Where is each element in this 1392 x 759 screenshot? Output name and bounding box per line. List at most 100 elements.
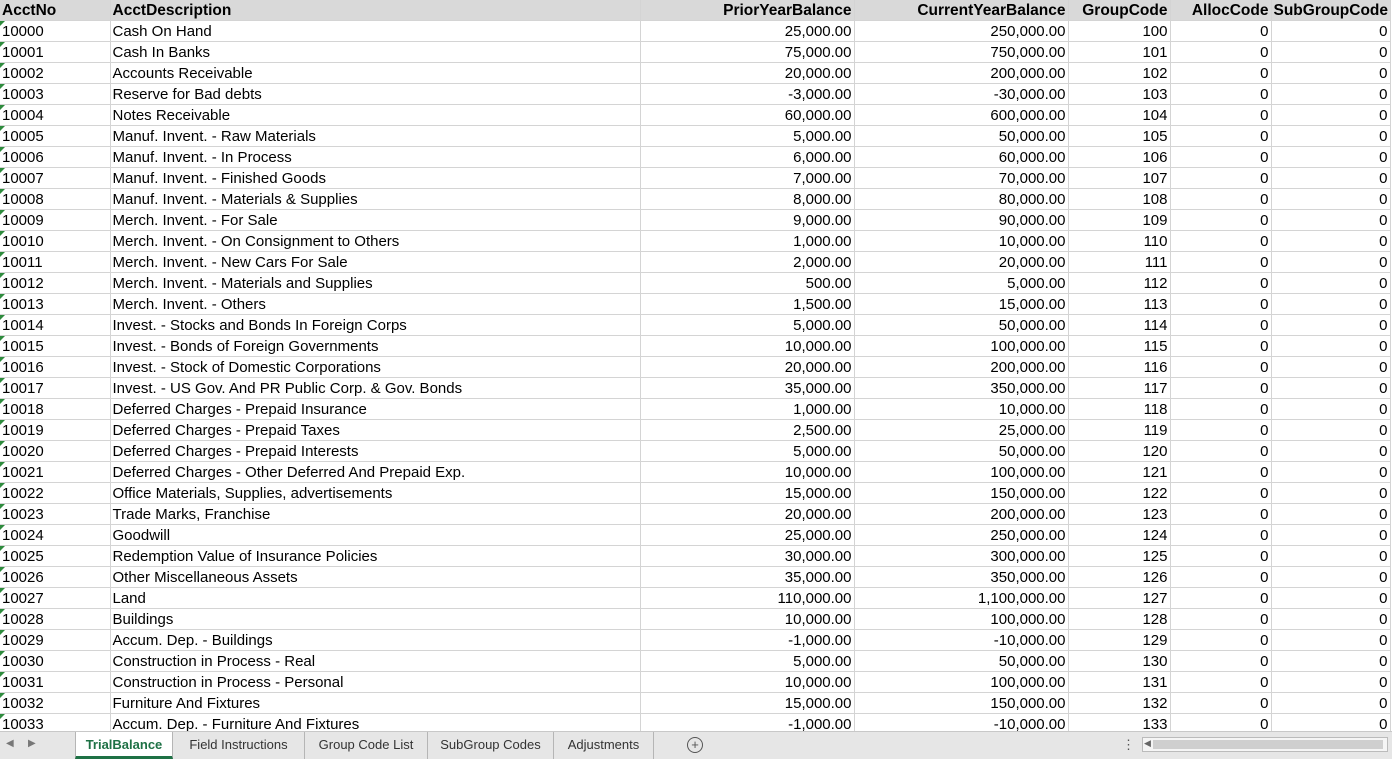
cell-alloccode[interactable]: 0 [1170,335,1272,357]
cell-prioryearbalance[interactable]: 6,000.00 [640,146,855,168]
cell-prioryearbalance[interactable]: 15,000.00 [640,692,855,714]
cell-alloccode[interactable]: 0 [1170,230,1272,252]
cell-acctno[interactable]: 10033 [0,713,111,731]
cell-acctno[interactable]: 10006 [0,146,111,168]
cell-alloccode[interactable]: 0 [1170,482,1272,504]
cell-groupcode[interactable]: 108 [1068,188,1171,210]
cell-alloccode[interactable]: 0 [1170,419,1272,441]
cell-groupcode[interactable]: 131 [1068,671,1171,693]
cell-acctdescription[interactable]: Trade Marks, Franchise [110,503,641,525]
cell-currentyearbalance[interactable]: 20,000.00 [854,251,1069,273]
cell-currentyearbalance[interactable]: 80,000.00 [854,188,1069,210]
cell-groupcode[interactable]: 119 [1068,419,1171,441]
cell-groupcode[interactable]: 101 [1068,41,1171,63]
cell-acctno[interactable]: 10011 [0,251,111,273]
cell-subgroupcode[interactable]: 0 [1271,167,1391,189]
cell-prioryearbalance[interactable]: 30,000.00 [640,545,855,567]
cell-acctno[interactable]: 10031 [0,671,111,693]
cell-subgroupcode[interactable]: 0 [1271,335,1391,357]
header-alloccode[interactable]: AllocCode [1170,0,1272,21]
cell-acctdescription[interactable]: Manuf. Invent. - Raw Materials [110,125,641,147]
cell-prioryearbalance[interactable]: 60,000.00 [640,104,855,126]
cell-acctdescription[interactable]: Buildings [110,608,641,630]
cell-alloccode[interactable]: 0 [1170,209,1272,231]
cell-alloccode[interactable]: 0 [1170,650,1272,672]
cell-currentyearbalance[interactable]: 15,000.00 [854,293,1069,315]
cell-prioryearbalance[interactable]: 2,500.00 [640,419,855,441]
cell-currentyearbalance[interactable]: 150,000.00 [854,482,1069,504]
cell-groupcode[interactable]: 122 [1068,482,1171,504]
cell-subgroupcode[interactable]: 0 [1271,251,1391,273]
cell-acctno[interactable]: 10018 [0,398,111,420]
cell-currentyearbalance[interactable]: 200,000.00 [854,503,1069,525]
cell-acctdescription[interactable]: Manuf. Invent. - In Process [110,146,641,168]
cell-acctdescription[interactable]: Accum. Dep. - Furniture And Fixtures [110,713,641,731]
cell-alloccode[interactable]: 0 [1170,713,1272,731]
cell-acctdescription[interactable]: Invest. - Stock of Domestic Corporations [110,356,641,378]
cell-acctdescription[interactable]: Accounts Receivable [110,62,641,84]
cell-groupcode[interactable]: 130 [1068,650,1171,672]
cell-alloccode[interactable]: 0 [1170,83,1272,105]
cell-prioryearbalance[interactable]: 5,000.00 [640,440,855,462]
cell-alloccode[interactable]: 0 [1170,146,1272,168]
cell-subgroupcode[interactable]: 0 [1271,713,1391,731]
cell-subgroupcode[interactable]: 0 [1271,419,1391,441]
cell-subgroupcode[interactable]: 0 [1271,440,1391,462]
cell-subgroupcode[interactable]: 0 [1271,566,1391,588]
cell-subgroupcode[interactable]: 0 [1271,545,1391,567]
cell-alloccode[interactable]: 0 [1170,167,1272,189]
cell-currentyearbalance[interactable]: 5,000.00 [854,272,1069,294]
cell-groupcode[interactable]: 124 [1068,524,1171,546]
cell-acctno[interactable]: 10016 [0,356,111,378]
cell-prioryearbalance[interactable]: 2,000.00 [640,251,855,273]
cell-acctno[interactable]: 10013 [0,293,111,315]
cell-alloccode[interactable]: 0 [1170,104,1272,126]
header-groupcode[interactable]: GroupCode [1068,0,1171,21]
cell-alloccode[interactable]: 0 [1170,440,1272,462]
cell-acctno[interactable]: 10000 [0,20,111,42]
cell-acctno[interactable]: 10003 [0,83,111,105]
cell-acctdescription[interactable]: Deferred Charges - Prepaid Insurance [110,398,641,420]
cell-alloccode[interactable]: 0 [1170,293,1272,315]
cell-prioryearbalance[interactable]: 35,000.00 [640,566,855,588]
cell-acctdescription[interactable]: Reserve for Bad debts [110,83,641,105]
cell-groupcode[interactable]: 102 [1068,62,1171,84]
cell-prioryearbalance[interactable]: 9,000.00 [640,209,855,231]
cell-prioryearbalance[interactable]: 500.00 [640,272,855,294]
cell-subgroupcode[interactable]: 0 [1271,41,1391,63]
cell-currentyearbalance[interactable]: 200,000.00 [854,62,1069,84]
cell-currentyearbalance[interactable]: -10,000.00 [854,713,1069,731]
cell-currentyearbalance[interactable]: 100,000.00 [854,608,1069,630]
cell-acctno[interactable]: 10030 [0,650,111,672]
cell-acctdescription[interactable]: Invest. - Stocks and Bonds In Foreign Co… [110,314,641,336]
cell-subgroupcode[interactable]: 0 [1271,692,1391,714]
cell-subgroupcode[interactable]: 0 [1271,314,1391,336]
cell-alloccode[interactable]: 0 [1170,692,1272,714]
cell-alloccode[interactable]: 0 [1170,461,1272,483]
cell-acctno[interactable]: 10020 [0,440,111,462]
cell-alloccode[interactable]: 0 [1170,524,1272,546]
cell-acctdescription[interactable]: Deferred Charges - Other Deferred And Pr… [110,461,641,483]
cell-acctno[interactable]: 10027 [0,587,111,609]
cell-acctno[interactable]: 10015 [0,335,111,357]
horizontal-scrollbar[interactable]: ◀ [1142,737,1388,752]
cell-acctno[interactable]: 10025 [0,545,111,567]
cell-prioryearbalance[interactable]: 10,000.00 [640,335,855,357]
cell-acctdescription[interactable]: Office Materials, Supplies, advertisemen… [110,482,641,504]
cell-acctdescription[interactable]: Merch. Invent. - Others [110,293,641,315]
cell-groupcode[interactable]: 116 [1068,356,1171,378]
cell-groupcode[interactable]: 115 [1068,335,1171,357]
cell-acctdescription[interactable]: Merch. Invent. - On Consignment to Other… [110,230,641,252]
cell-prioryearbalance[interactable]: 35,000.00 [640,377,855,399]
cell-acctno[interactable]: 10002 [0,62,111,84]
cell-prioryearbalance[interactable]: 20,000.00 [640,503,855,525]
tab-field-instructions[interactable]: Field Instructions [173,732,305,759]
cell-acctno[interactable]: 10009 [0,209,111,231]
cell-subgroupcode[interactable]: 0 [1271,104,1391,126]
cell-acctdescription[interactable]: Merch. Invent. - For Sale [110,209,641,231]
triangle-right-icon[interactable]: ▶ [28,738,36,749]
cell-groupcode[interactable]: 110 [1068,230,1171,252]
cell-prioryearbalance[interactable]: 10,000.00 [640,461,855,483]
cell-alloccode[interactable]: 0 [1170,251,1272,273]
cell-currentyearbalance[interactable]: 60,000.00 [854,146,1069,168]
